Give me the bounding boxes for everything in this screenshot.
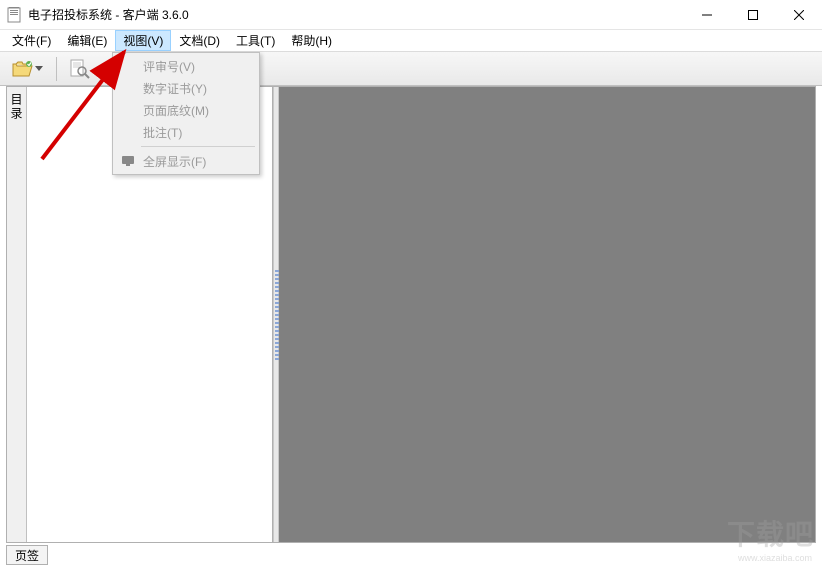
maximize-button[interactable]: [730, 0, 776, 30]
dropdown-separator: [141, 146, 255, 147]
splitter[interactable]: [273, 87, 279, 542]
open-button[interactable]: [6, 55, 50, 83]
app-icon: [6, 7, 22, 23]
dropdown-item-fullscreen[interactable]: 全屏显示(F): [115, 150, 257, 172]
close-button[interactable]: [776, 0, 822, 30]
menu-view[interactable]: 视图(V): [115, 30, 171, 51]
menu-edit[interactable]: 编辑(E): [59, 30, 115, 51]
menu-document[interactable]: 文档(D): [171, 30, 228, 51]
minimize-button[interactable]: [684, 0, 730, 30]
chevron-down-icon: [34, 66, 44, 72]
dropdown-item-label: 全屏显示(F): [143, 153, 206, 170]
bottom-tab[interactable]: 页签: [6, 545, 48, 565]
toolbar-separator: [56, 57, 57, 81]
search-doc-button[interactable]: [63, 55, 97, 83]
window-title: 电子招投标系统 - 客户端 3.6.0: [28, 6, 684, 23]
watermark: 下载吧: [727, 513, 814, 553]
dropdown-item-cert[interactable]: 数字证书(Y): [115, 77, 257, 99]
monitor-icon: [120, 153, 136, 169]
side-tab-catalog[interactable]: 目录: [7, 87, 27, 542]
content-pane: [279, 87, 815, 542]
dropdown-item-annot[interactable]: 批注(T): [115, 121, 257, 143]
title-bar: 电子招投标系统 - 客户端 3.6.0: [0, 0, 822, 30]
splitter-grip-icon: [275, 270, 279, 360]
watermark-url: www.xiazaiba.com: [738, 553, 812, 563]
view-dropdown: 评审号(V) 数字证书(Y) 页面底纹(M) 批注(T) 全屏显示(F): [112, 52, 260, 175]
dropdown-item-pattern[interactable]: 页面底纹(M): [115, 99, 257, 121]
menu-help[interactable]: 帮助(H): [283, 30, 340, 51]
menu-bar: 文件(F) 编辑(E) 视图(V) 文档(D) 工具(T) 帮助(H): [0, 30, 822, 52]
dropdown-item-review[interactable]: 评审号(V): [115, 55, 257, 77]
menu-tool[interactable]: 工具(T): [228, 30, 283, 51]
menu-file[interactable]: 文件(F): [4, 30, 59, 51]
